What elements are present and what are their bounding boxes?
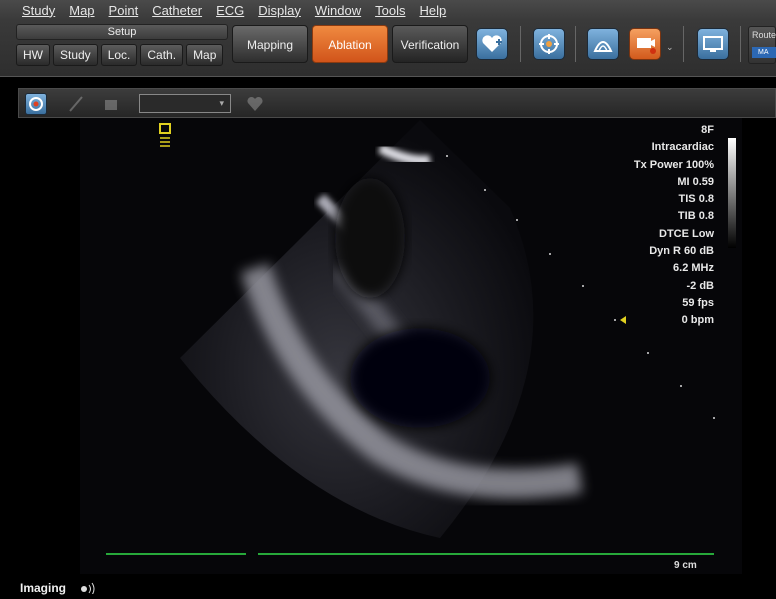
chevron-down-icon[interactable]: ⌄ xyxy=(666,42,674,53)
toolbar-divider xyxy=(683,26,684,62)
monitor-icon[interactable] xyxy=(697,28,729,60)
ultrasound-signal-icon xyxy=(80,581,100,599)
menu-display[interactable]: Display xyxy=(258,3,301,18)
status-bar: Imaging xyxy=(0,574,776,596)
mapping-mode-button[interactable]: Mapping xyxy=(232,25,308,63)
main-toolbar: Setup HW Study Loc. Cath. Map Mapping Ab… xyxy=(0,20,776,77)
setup-catheter-button[interactable]: Cath. xyxy=(140,44,184,66)
param-frequency: 6.2 MHz xyxy=(673,262,714,275)
route-panel[interactable]: Route MA xyxy=(748,26,776,64)
setup-hw-button[interactable]: HW xyxy=(16,44,50,66)
param-catheter-size: 8F xyxy=(701,124,714,136)
menu-map[interactable]: Map xyxy=(69,3,94,18)
target-icon[interactable] xyxy=(533,28,565,60)
route-chip[interactable]: MA xyxy=(752,47,776,58)
toolbar-divider xyxy=(575,26,576,62)
ablation-mode-button[interactable]: Ablation xyxy=(312,25,388,63)
draw-icon[interactable] xyxy=(67,94,87,114)
param-dtce: DTCE Low xyxy=(659,227,714,240)
param-heart-rate: 0 bpm xyxy=(681,314,714,327)
shell-icon[interactable] xyxy=(587,28,619,60)
param-dynamic-range: Dyn R 60 dB xyxy=(649,245,714,258)
param-mode: Intracardiac xyxy=(651,141,714,154)
setup-panel: Setup HW Study Loc. Cath. Map xyxy=(16,24,228,68)
param-tx-power: Tx Power 100% xyxy=(633,158,714,171)
menu-tools[interactable]: Tools xyxy=(375,3,405,18)
toolbar-divider xyxy=(520,26,521,62)
orientation-marker xyxy=(158,122,172,154)
toolbar-divider xyxy=(740,26,741,62)
setup-map-button[interactable]: Map xyxy=(186,44,224,66)
imaging-parameters: 8F Intracardiac Tx Power 100% MI 0.59 TI… xyxy=(634,122,714,330)
chevron-down-icon: ▾ xyxy=(219,98,224,108)
heart-plus-icon[interactable] xyxy=(476,28,508,60)
tool-icon[interactable] xyxy=(101,94,121,114)
route-label: Route xyxy=(752,30,776,40)
menu-window[interactable]: Window xyxy=(315,3,361,18)
depth-scale: 9 cm xyxy=(674,560,697,571)
param-tib: TIB 0.8 xyxy=(677,210,714,223)
verification-mode-button[interactable]: Verification xyxy=(392,25,468,63)
param-tis: TIS 0.8 xyxy=(678,193,714,206)
param-mi: MI 0.59 xyxy=(677,175,714,188)
menu-catheter[interactable]: Catheter xyxy=(152,3,202,18)
param-frame-rate: 59 fps xyxy=(682,296,714,309)
setup-buttons: HW Study Loc. Cath. Map xyxy=(16,44,224,66)
imaging-select[interactable]: ▾ xyxy=(139,94,231,113)
setup-study-button[interactable]: Study xyxy=(53,44,98,66)
camera-icon[interactable] xyxy=(629,28,661,60)
heart-icon[interactable] xyxy=(245,94,265,114)
ultrasound-probe-icon[interactable] xyxy=(25,93,47,115)
menu-bar: Study Map Point Catheter ECG Display Window Too… xyxy=(0,0,776,20)
imaging-toolbar: ▾ xyxy=(18,88,776,118)
setup-title: Setup xyxy=(16,24,228,40)
imaging-label: Imaging xyxy=(20,581,67,595)
menu-study[interactable]: Study xyxy=(22,3,55,18)
menu-help[interactable]: Help xyxy=(419,3,446,18)
menu-point[interactable]: Point xyxy=(109,3,139,18)
menu-ecg[interactable]: ECG xyxy=(216,3,244,18)
setup-location-button[interactable]: Loc. xyxy=(100,44,138,66)
param-gain: -2 dB xyxy=(686,279,715,292)
grayscale-bar xyxy=(728,138,736,248)
ultrasound-view[interactable]: 8F Intracardiac Tx Power 100% MI 0.59 TI… xyxy=(80,118,742,574)
focus-marker xyxy=(620,316,626,324)
